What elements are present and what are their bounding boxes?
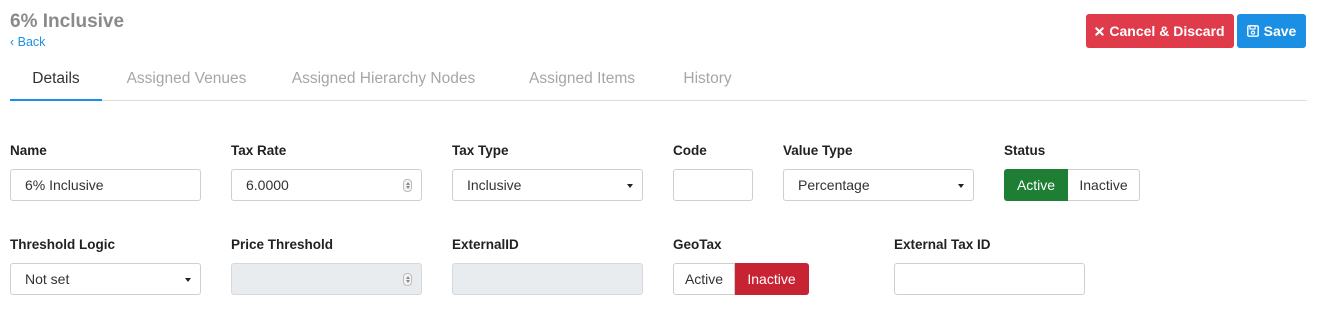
name-label: Name — [10, 143, 47, 158]
geotax-active-option[interactable]: Active — [673, 263, 735, 295]
stepper-icon[interactable] — [403, 179, 412, 192]
save-button[interactable]: Save — [1237, 14, 1306, 48]
tab-assigned-venues[interactable]: Assigned Venues — [116, 58, 257, 100]
external-tax-id-field[interactable] — [894, 263, 1085, 295]
tax-rate-field[interactable]: 6.0000 — [231, 169, 422, 201]
caret-down-icon — [185, 278, 191, 282]
tax-rate-value: 6.0000 — [246, 177, 289, 193]
external-id-label: ExternalID — [452, 237, 519, 252]
status-label: Status — [1004, 143, 1046, 158]
geotax-label: GeoTax — [673, 237, 722, 252]
cancel-discard-label: Cancel & Discard — [1109, 23, 1225, 39]
save-label: Save — [1263, 23, 1297, 39]
value-type-select[interactable]: Percentage — [783, 169, 974, 201]
value-type-label: Value Type — [783, 143, 853, 158]
tax-type-select[interactable]: Inclusive — [452, 169, 643, 201]
caret-down-icon — [958, 184, 964, 188]
code-field[interactable] — [673, 169, 753, 201]
tax-rate-label: Tax Rate — [231, 143, 287, 158]
threshold-logic-value: Not set — [25, 271, 70, 287]
tax-type-label: Tax Type — [452, 143, 509, 158]
cancel-discard-button[interactable]: Cancel & Discard — [1086, 14, 1234, 48]
caret-down-icon — [627, 184, 633, 188]
stepper-icon — [403, 273, 412, 286]
geotax-inactive-option[interactable]: Inactive — [735, 263, 809, 295]
tab-history[interactable]: History — [675, 58, 740, 100]
price-threshold-field — [231, 263, 422, 295]
price-threshold-label: Price Threshold — [231, 237, 334, 252]
geotax-toggle: Active Inactive — [673, 263, 809, 295]
threshold-logic-select[interactable]: Not set — [10, 263, 201, 295]
tab-assigned-items[interactable]: Assigned Items — [518, 58, 646, 100]
tab-bar: Details Assigned Venues Assigned Hierarc… — [10, 58, 1307, 101]
value-type-value: Percentage — [798, 177, 870, 193]
external-tax-id-label: External Tax ID — [894, 237, 991, 252]
back-link[interactable]: ‹ Back — [10, 35, 45, 49]
name-field[interactable]: 6% Inclusive — [10, 169, 201, 201]
status-toggle: Active Inactive — [1004, 169, 1140, 201]
name-value: 6% Inclusive — [25, 177, 104, 193]
status-inactive-option[interactable]: Inactive — [1068, 169, 1140, 201]
times-icon — [1095, 26, 1105, 36]
page-title: 6% Inclusive — [10, 11, 125, 32]
floppy-disk-icon — [1246, 25, 1259, 37]
tax-type-value: Inclusive — [467, 177, 522, 193]
tab-assigned-hierarchy-nodes[interactable]: Assigned Hierarchy Nodes — [283, 58, 484, 100]
status-active-option[interactable]: Active — [1004, 169, 1068, 201]
tab-details[interactable]: Details — [10, 58, 102, 101]
code-label: Code — [673, 143, 707, 158]
external-id-field — [452, 263, 643, 295]
threshold-logic-label: Threshold Logic — [10, 237, 116, 252]
